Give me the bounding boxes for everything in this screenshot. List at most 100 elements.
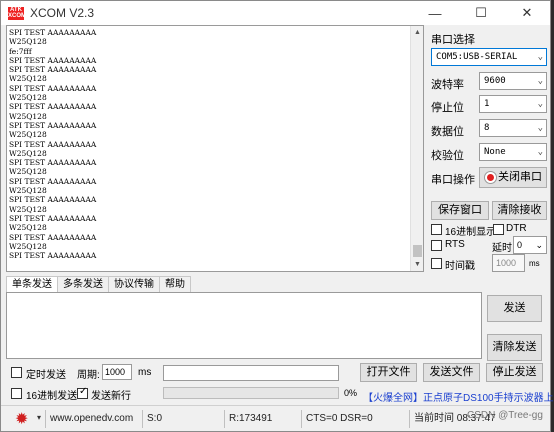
send-newline-checkbox[interactable] xyxy=(77,386,88,399)
status-url[interactable]: www.openedv.com xyxy=(45,410,141,428)
receive-line: SPI TEST AAAAAAAAA xyxy=(9,195,97,205)
hex-send-label: 16进制发送 xyxy=(26,391,78,402)
receive-text: SPI TEST AAAAAAAAA W25Q128 fe:7fff SPI TEST… xyxy=(9,28,411,260)
title-bar: ATK XCOM XCOM V2.3 — ☐ ✕ xyxy=(1,1,550,25)
status-sent-count: S:0 xyxy=(142,410,224,428)
receive-line: W25Q128 xyxy=(9,186,47,196)
clear-send-button[interactable]: 清除发送 xyxy=(487,334,542,361)
port-select[interactable]: COM5:USB-SERIAL ⌄ xyxy=(431,48,547,66)
progress-percent: 0% xyxy=(344,388,358,398)
app-logo-icon: ATK XCOM xyxy=(8,6,26,20)
rts-label: RTS xyxy=(445,239,465,250)
timed-send-label: 定时发送 xyxy=(26,370,66,381)
scroll-up-icon[interactable]: ▲ xyxy=(411,26,423,39)
receive-line: W25Q128 xyxy=(9,37,47,47)
receive-line: SPI TEST AAAAAAAAA xyxy=(9,213,97,223)
receive-line: SPI TEST AAAAAAAAA xyxy=(9,83,97,93)
receive-line: W25Q128 xyxy=(9,241,47,251)
receive-line: fe:7fff xyxy=(9,46,32,56)
port-select-label: 串口选择 xyxy=(431,34,475,46)
receive-textarea[interactable]: SPI TEST AAAAAAAAA W25Q128 fe:7fff SPI TEST… xyxy=(6,25,424,272)
rts-checkbox[interactable] xyxy=(431,240,442,251)
stop-bits-select[interactable]: 1 ⌄ xyxy=(479,95,547,113)
receive-line: W25Q128 xyxy=(9,74,47,84)
receive-line: SPI TEST AAAAAAAAA xyxy=(9,65,97,75)
chevron-down-icon: ⌄ xyxy=(537,99,543,109)
tab-single-send[interactable]: 单条发送 xyxy=(6,276,58,293)
port-status-icon xyxy=(485,172,496,183)
receive-line: W25Q128 xyxy=(9,167,47,177)
receive-line: W25Q128 xyxy=(9,148,47,158)
window-title: XCOM V2.3 xyxy=(30,6,95,20)
hex-send-checkbox[interactable] xyxy=(11,388,22,399)
send-button[interactable]: 发送 xyxy=(487,295,542,322)
dtr-checkbox[interactable] xyxy=(493,224,504,235)
send-tabs: 单条发送 多条发送 协议传输 帮助 xyxy=(6,276,191,293)
tab-help[interactable]: 帮助 xyxy=(159,276,191,293)
xcom-window: ATK XCOM XCOM V2.3 — ☐ ✕ SPI TEST AAAAAAA… xyxy=(0,0,554,432)
receive-line: SPI TEST AAAAAAAAA xyxy=(9,28,97,37)
scroll-thumb[interactable] xyxy=(413,245,422,257)
data-bits-label: 数据位 xyxy=(431,126,464,138)
parity-select[interactable]: None ⌄ xyxy=(479,143,547,161)
clear-receive-button[interactable]: 清除接收 xyxy=(492,201,547,220)
receive-scrollbar[interactable]: ▲ ▼ xyxy=(410,26,423,271)
timestamp-input[interactable]: 1000 xyxy=(492,254,525,272)
gear-icon[interactable]: ✹ xyxy=(15,409,28,429)
receive-line: W25Q128 xyxy=(9,223,47,233)
close-port-button[interactable]: 关闭串口 xyxy=(479,167,547,188)
file-path-input[interactable] xyxy=(163,365,339,381)
receive-line: SPI TEST AAAAAAAAA xyxy=(9,232,97,242)
hex-display-checkbox[interactable] xyxy=(431,224,442,235)
receive-line: SPI TEST AAAAAAAAA xyxy=(9,158,97,168)
promo-link[interactable]: 【火爆全网】正点原子DS100手持示波器上市 xyxy=(363,389,554,404)
parity-label: 校验位 xyxy=(431,150,464,162)
scroll-down-icon[interactable]: ▼ xyxy=(411,258,423,271)
chevron-down-icon: ⌄ xyxy=(537,76,543,86)
timestamp-label: 时间戳 xyxy=(445,261,475,272)
hex-display-label: 16进制显示 xyxy=(445,227,497,238)
period-label: 周期: xyxy=(77,370,100,381)
timed-send-checkbox[interactable] xyxy=(11,367,22,378)
status-line-signals: CTS=0 DSR=0 DCD=0 xyxy=(301,410,408,432)
save-window-button[interactable]: 保存窗口 xyxy=(431,201,489,220)
send-progress-bar xyxy=(163,387,339,399)
stop-bits-label: 停止位 xyxy=(431,102,464,114)
timestamp-unit: ms xyxy=(529,259,540,268)
minimize-button[interactable]: — xyxy=(412,1,458,25)
close-button[interactable]: ✕ xyxy=(504,1,550,25)
period-unit: ms xyxy=(138,367,152,378)
receive-line: SPI TEST AAAAAAAAA xyxy=(9,176,97,186)
watermark: CSDN @Tree-gg xyxy=(467,410,543,421)
send-textarea[interactable] xyxy=(6,292,482,359)
baud-select[interactable]: 9600 ⌄ xyxy=(479,72,547,90)
baud-label: 波特率 xyxy=(431,79,464,91)
maximize-button[interactable]: ☐ xyxy=(458,1,504,25)
period-input[interactable]: 1000 xyxy=(102,364,132,380)
receive-line: W25Q128 xyxy=(9,204,47,214)
chevron-down-icon: ⌄ xyxy=(537,123,543,133)
tab-multi-send[interactable]: 多条发送 xyxy=(57,276,109,293)
receive-line: W25Q128 xyxy=(9,130,47,140)
status-received-count: R:173491 xyxy=(224,410,300,428)
chevron-down-icon: ⌄ xyxy=(535,240,543,250)
send-newline-label: 发送新行 xyxy=(91,391,131,402)
delay-label: 延时 xyxy=(492,243,512,254)
send-file-button[interactable]: 发送文件 xyxy=(423,363,480,382)
data-bits-select[interactable]: 8 ⌄ xyxy=(479,119,547,137)
tab-protocol[interactable]: 协议传输 xyxy=(108,276,160,293)
receive-line: SPI TEST AAAAAAAAA xyxy=(9,120,97,130)
receive-line: SPI TEST AAAAAAAAA xyxy=(9,139,97,149)
stop-send-button[interactable]: 停止发送 xyxy=(486,363,543,382)
dtr-label: DTR xyxy=(506,223,527,234)
settings-dropdown-icon[interactable]: ▾ xyxy=(37,413,41,422)
chevron-down-icon: ⌄ xyxy=(537,147,543,157)
open-file-button[interactable]: 打开文件 xyxy=(360,363,417,382)
delay-input[interactable]: 0 ⌄ xyxy=(513,236,547,254)
receive-line: W25Q128 xyxy=(9,93,47,103)
receive-line: SPI TEST AAAAAAAAA xyxy=(9,251,97,261)
receive-line: W25Q128 xyxy=(9,111,47,121)
serial-op-label: 串口操作 xyxy=(431,174,475,186)
receive-line: SPI TEST AAAAAAAAA xyxy=(9,102,97,112)
timestamp-checkbox[interactable] xyxy=(431,258,442,269)
